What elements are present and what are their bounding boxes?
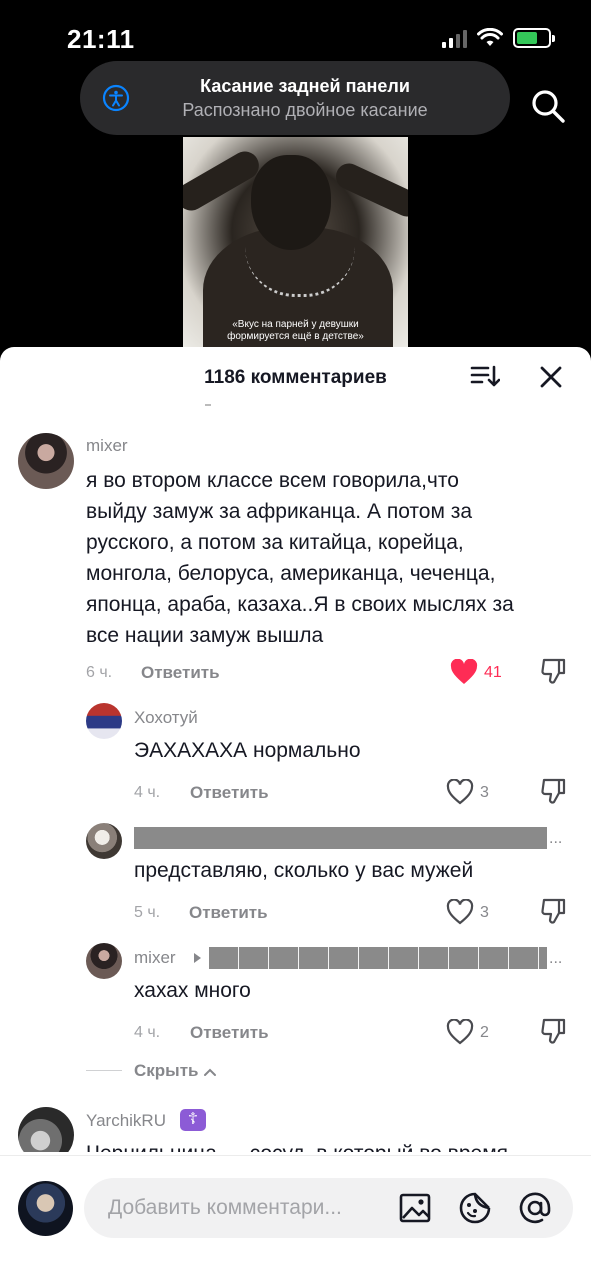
comments-sheet: 1186 комментариев mixer я во втором клас…	[0, 347, 591, 1280]
avatar[interactable]	[86, 943, 122, 979]
comment-input-placeholder: Добавить комментари...	[108, 1196, 342, 1219]
avatar[interactable]	[86, 823, 122, 859]
accessibility-icon	[102, 84, 130, 112]
chevron-up-icon	[204, 1068, 217, 1076]
reply-text: представляю, сколько у вас мужей	[134, 859, 474, 882]
video-area: 21:11 Касание задней панели Распознано д…	[0, 0, 591, 360]
comments-list[interactable]: mixer я во втором классе всем говорила,ч…	[0, 407, 591, 1152]
my-avatar[interactable]	[18, 1181, 73, 1236]
dislike-icon[interactable]	[540, 897, 568, 925]
comment-time: 6 ч.	[86, 664, 113, 681]
comments-count-title: 1186 комментариев	[204, 367, 387, 388]
avatar[interactable]	[86, 703, 122, 739]
wifi-icon	[477, 28, 503, 46]
emoji-icon[interactable]	[458, 1191, 492, 1225]
close-icon[interactable]	[538, 364, 564, 390]
comment-username[interactable]: mixer	[86, 435, 128, 457]
avatar[interactable]	[18, 433, 74, 489]
reply-username[interactable]: Хохотуй	[134, 707, 198, 729]
comments-header: 1186 комментариев	[0, 347, 591, 407]
reply-text: хахах много	[134, 979, 251, 1002]
dislike-icon[interactable]	[540, 657, 568, 685]
image-icon[interactable]	[398, 1191, 432, 1225]
reply-button[interactable]: Ответить	[190, 1023, 269, 1043]
comment-username[interactable]: YarchikRU	[86, 1110, 166, 1132]
banner-subtitle: Распознано двойное касание	[182, 100, 428, 120]
hide-replies-button[interactable]: Скрыть	[134, 1060, 217, 1082]
like-count: 3	[480, 904, 489, 921]
reply-time: 4 ч.	[134, 784, 161, 801]
like-count: 41	[484, 664, 502, 681]
redacted-username	[134, 827, 547, 849]
comment-input[interactable]: Добавить комментари...	[84, 1178, 573, 1238]
avatar[interactable]	[18, 1107, 74, 1152]
signal-icon	[442, 28, 467, 48]
orthodox-cross-badge: ☦	[180, 1109, 206, 1131]
banner-title: Касание задней панели	[200, 76, 410, 96]
heart-outline-icon[interactable]	[446, 899, 474, 925]
back-tap-banner[interactable]: Касание задней панели Распознано двойное…	[80, 61, 510, 135]
heart-outline-icon[interactable]	[446, 1019, 474, 1045]
status-icons	[442, 28, 555, 48]
reply-username[interactable]: mixer	[134, 947, 176, 969]
reply-time: 5 ч.	[134, 904, 161, 921]
ellipsis: ...	[549, 830, 563, 847]
reply-time: 4 ч.	[134, 1024, 161, 1041]
mention-icon[interactable]	[518, 1191, 552, 1225]
video-thumbnail[interactable]: «Вкус на парней у девушки формируется ещ…	[183, 137, 408, 347]
dislike-icon[interactable]	[540, 777, 568, 805]
reply-button[interactable]: Ответить	[189, 903, 268, 923]
heart-outline-icon[interactable]	[446, 779, 474, 805]
comment-text: Чернильница — сосуд, в который во время	[86, 1138, 508, 1152]
hide-divider	[86, 1070, 122, 1071]
redacted-reply-to-username	[209, 947, 547, 969]
dislike-icon[interactable]	[540, 1017, 568, 1045]
comment-input-bar: Добавить комментари...	[0, 1155, 591, 1280]
like-count: 3	[480, 784, 489, 801]
ellipsis: ...	[549, 950, 563, 967]
search-icon[interactable]	[530, 88, 566, 124]
comment-text: я во втором классе всем говорила,что вый…	[86, 469, 514, 647]
status-time: 21:11	[67, 24, 135, 54]
reply-button[interactable]: Ответить	[190, 783, 269, 803]
battery-icon	[513, 28, 555, 48]
scroll-indicator	[205, 404, 211, 406]
reply-to-arrow-icon	[194, 953, 201, 963]
video-caption: «Вкус на парней у девушки формируется ещ…	[227, 319, 364, 342]
reply-button[interactable]: Ответить	[141, 663, 220, 683]
heart-filled-icon[interactable]	[450, 659, 478, 685]
reply-text: ЭАХАХАХА нормально	[134, 739, 361, 762]
sort-icon[interactable]	[470, 363, 500, 391]
like-count: 2	[480, 1024, 489, 1041]
